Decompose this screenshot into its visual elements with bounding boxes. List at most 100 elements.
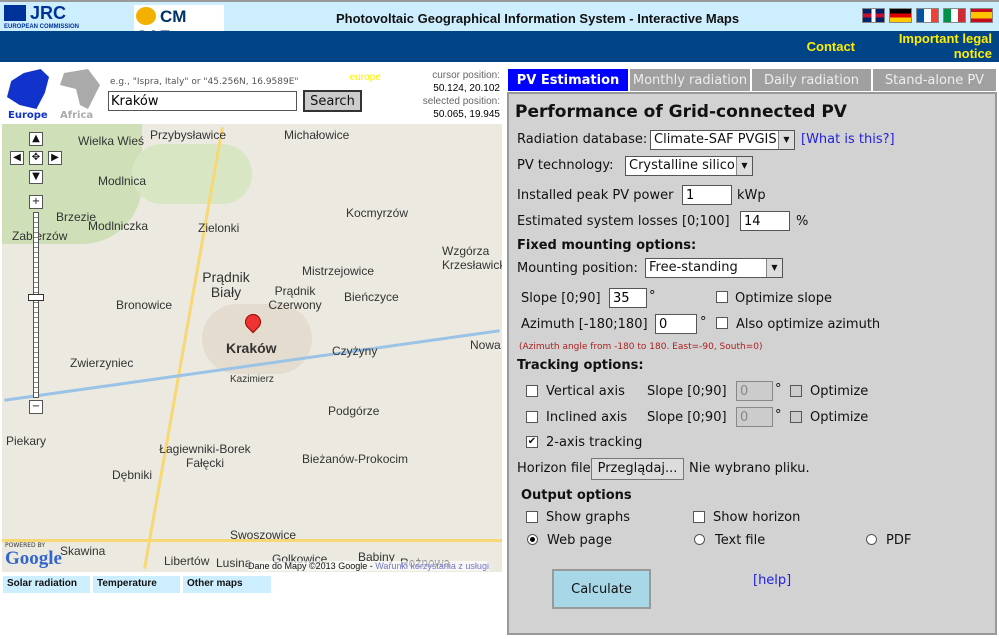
chevron-down-icon: ▼	[736, 157, 752, 175]
show-horizon-checkbox[interactable]	[693, 511, 705, 523]
fixed-mounting-heading: Fixed mounting options:	[517, 238, 697, 253]
pv-technology-select[interactable]: Crystalline silicon ▼	[625, 156, 753, 176]
calculate-button[interactable]: Calculate	[552, 569, 651, 609]
map-label: Mistrzejowice	[302, 264, 375, 278]
radiation-db-select[interactable]: Climate-SAF PVGIS ▼	[650, 130, 795, 150]
inclined-axis-checkbox[interactable]	[526, 411, 538, 423]
azimuth-label: Azimuth [-180;180]	[521, 317, 648, 332]
vertical-axis-checkbox[interactable]	[526, 385, 538, 397]
zoom-in-icon[interactable]: +	[29, 195, 43, 209]
tab-monthly-radiation[interactable]: Monthly radiation	[629, 68, 751, 92]
search-button[interactable]: Search	[303, 90, 362, 112]
header-bar: JRCEUROPEAN COMMISSION CM SAF Photovolta…	[0, 0, 999, 46]
vertical-optimize-checkbox[interactable]	[790, 385, 802, 397]
optimize-slope-label: Optimize slope	[735, 291, 833, 306]
map-label: Michałowice	[284, 128, 350, 142]
what-is-this-link[interactable]: [What is this?]	[801, 132, 895, 147]
flag-french-icon[interactable]	[916, 8, 939, 23]
european-commission-text: EUROPEAN COMMISSION	[4, 24, 80, 30]
two-axis-label: 2-axis tracking	[546, 435, 643, 450]
inclined-slope-input[interactable]	[736, 407, 773, 427]
map-label: Swoszowice	[230, 528, 297, 542]
browse-file-button[interactable]: Przeglądaj...	[591, 458, 684, 480]
legal-notice-link[interactable]: Important legal notice	[880, 31, 992, 61]
tab-stand-alone-pv[interactable]: Stand-alone PV	[872, 68, 997, 92]
map-label: Modlnica	[98, 174, 147, 188]
breadcrumb-current: europe	[349, 72, 381, 83]
map-view[interactable]: Przybysławice Michałowice Wielka Wieś Mo…	[2, 124, 502, 572]
tab-pv-estimation[interactable]: PV Estimation	[507, 68, 629, 92]
azimuth-input[interactable]	[655, 314, 697, 334]
flag-spanish-icon[interactable]	[970, 8, 993, 23]
page-title: Photovoltaic Geographical Information Sy…	[336, 11, 740, 26]
pan-up-icon[interactable]: ▲	[29, 132, 43, 146]
inclined-optimize-checkbox[interactable]	[790, 411, 802, 423]
show-graphs-checkbox[interactable]	[526, 511, 538, 523]
map-label: Modlniczka	[88, 219, 149, 233]
map-label: Czyżyny	[332, 344, 378, 358]
jrc-logo[interactable]: JRC EUROPEAN COMMISSION	[4, 3, 79, 31]
flag-german-icon[interactable]	[889, 8, 912, 23]
chevron-down-icon: ▼	[778, 131, 794, 149]
selected-position-value: 50.065, 19.945	[433, 109, 500, 120]
map-label: Nowa	[470, 338, 501, 352]
map-label: Bieńczyce	[344, 290, 399, 304]
pan-center-icon[interactable]: ✥	[29, 151, 43, 165]
terms-of-use-link[interactable]: Warunki korzystania z usługi	[375, 561, 489, 571]
map-label: Wielka Wieś	[78, 134, 145, 148]
google-logo[interactable]: Google	[5, 548, 62, 570]
region-africa-link[interactable]: Africa	[60, 110, 93, 121]
eu-flag-icon	[4, 5, 26, 21]
help-link[interactable]: [help]	[753, 573, 791, 588]
zoom-out-icon[interactable]: −	[29, 400, 43, 414]
chevron-down-icon: ▼	[766, 259, 782, 277]
zoom-slider-handle[interactable]	[28, 294, 44, 301]
vertical-slope-input[interactable]	[736, 381, 773, 401]
tab-daily-radiation[interactable]: Daily radiation	[751, 68, 872, 92]
system-losses-input[interactable]	[740, 211, 790, 231]
map-label: Bieżanów-Prokocim	[302, 452, 409, 466]
text-file-label: Text file	[715, 533, 766, 548]
inclined-optimize-label: Optimize	[810, 410, 869, 425]
inclined-slope-label: Slope [0;90]	[647, 410, 727, 425]
optimize-slope-checkbox[interactable]	[716, 291, 728, 303]
map-label-city: Kraków	[226, 340, 277, 356]
slope-input[interactable]	[609, 288, 647, 308]
location-search-input[interactable]	[108, 91, 297, 111]
map-label: Przybysławice	[150, 128, 227, 142]
vertical-optimize-label: Optimize	[810, 384, 869, 399]
peak-power-input[interactable]	[682, 185, 732, 205]
peak-power-label: Installed peak PV power	[517, 188, 674, 203]
nav-bar: EUROPA > EC > JRC > IE > RE > SOLAREC > …	[0, 31, 999, 83]
degree-symbol: °	[775, 382, 782, 397]
system-losses-unit: %	[796, 214, 809, 229]
flag-italian-icon[interactable]	[943, 8, 966, 23]
vertical-axis-label: Vertical axis	[546, 384, 625, 399]
show-graphs-label: Show graphs	[546, 510, 631, 525]
text-file-radio[interactable]	[694, 534, 705, 545]
pv-technology-label: PV technology:	[517, 158, 614, 173]
selected-position-label: selected position:	[422, 96, 500, 107]
contact-link[interactable]: Contact	[790, 39, 855, 54]
web-page-label: Web page	[547, 533, 612, 548]
map-tab-temperature[interactable]: Temperature	[93, 576, 180, 593]
map-tab-solar-radiation[interactable]: Solar radiation	[3, 576, 90, 593]
cmsaf-logo[interactable]: CM SAF	[134, 5, 224, 46]
pan-down-icon[interactable]: ▼	[29, 170, 43, 184]
web-page-radio[interactable]	[527, 534, 538, 545]
mounting-position-select[interactable]: Free-standing ▼	[645, 258, 783, 278]
cursor-position-value: 50.124, 20.102	[433, 83, 500, 94]
flag-english-icon[interactable]	[862, 8, 885, 23]
pan-right-icon[interactable]: ▶	[48, 151, 62, 165]
peak-power-unit: kWp	[737, 188, 766, 203]
output-options-heading: Output options	[521, 488, 632, 503]
pan-left-icon[interactable]: ◀	[10, 151, 24, 165]
pdf-radio[interactable]	[866, 534, 877, 545]
zoom-slider[interactable]	[33, 212, 39, 398]
map-attribution: Dane do Mapy ©2013 Google - Warunki korz…	[248, 561, 489, 571]
two-axis-checkbox[interactable]: ✔	[526, 436, 538, 448]
region-europe-link[interactable]: Europe	[8, 110, 48, 121]
optimize-azimuth-checkbox[interactable]	[716, 317, 728, 329]
map-tab-other-maps[interactable]: Other maps	[183, 576, 271, 593]
map-label: Zielonki	[198, 221, 240, 235]
